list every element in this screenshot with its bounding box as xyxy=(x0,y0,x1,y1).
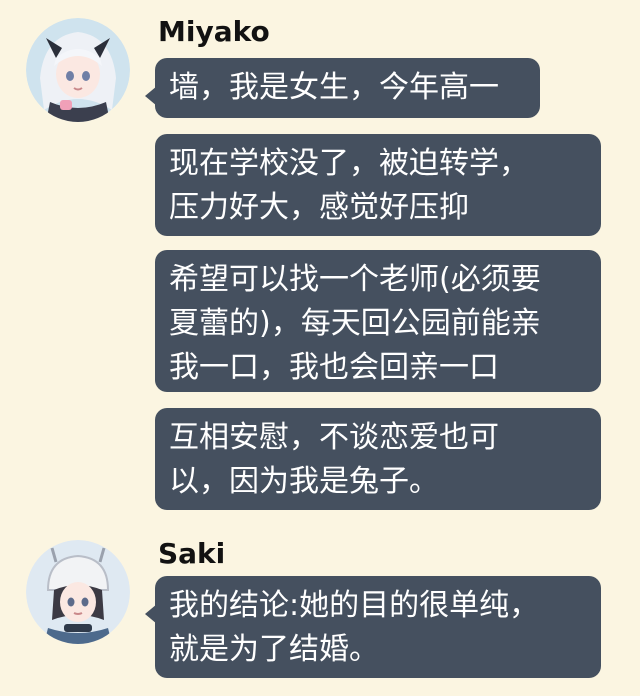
sender-name-saki: Saki xyxy=(158,537,226,570)
avatar-miyako[interactable] xyxy=(26,18,130,122)
miyako-avatar-icon xyxy=(26,18,130,122)
message-text-line: 就是为了结婚。 xyxy=(169,632,379,667)
message-text-line: 我一口，我也会回亲一口 xyxy=(169,350,499,385)
message-text-line: 以，因为我是兔子。 xyxy=(169,464,439,499)
bubble-tail xyxy=(145,604,157,624)
message-text-line: 互相安慰，不谈恋爱也可 xyxy=(169,420,499,455)
saki-avatar-icon xyxy=(26,540,130,644)
sender-name-miyako: Miyako xyxy=(158,15,270,48)
message-bubble[interactable]: 互相安慰，不谈恋爱也可 以，因为我是兔子。 xyxy=(155,408,601,510)
message-text-line: 夏蕾的)，每天回公园前能亲 xyxy=(169,306,541,341)
message-bubble[interactable]: 现在学校没了，被迫转学， 压力好大，感觉好压抑 xyxy=(155,134,601,236)
message-text-line: 希望可以找一个老师(必须要 xyxy=(169,262,541,297)
message-bubble[interactable]: 墙，我是女生，今年高一 xyxy=(145,58,540,118)
message-text-line: 压力好大，感觉好压抑 xyxy=(169,190,469,225)
message-bubble[interactable]: 我的结论:她的目的很单纯， 就是为了结婚。 xyxy=(145,576,601,678)
avatar-saki[interactable] xyxy=(26,540,130,644)
bubble-tail xyxy=(145,86,157,106)
message-text-line: 我的结论:她的目的很单纯， xyxy=(169,588,540,623)
message-bubble[interactable]: 希望可以找一个老师(必须要 夏蕾的)，每天回公园前能亲 我一口，我也会回亲一口 xyxy=(155,250,601,392)
message-text-line: 墙，我是女生，今年高一 xyxy=(169,70,499,105)
message-text-line: 现在学校没了，被迫转学， xyxy=(169,146,529,181)
